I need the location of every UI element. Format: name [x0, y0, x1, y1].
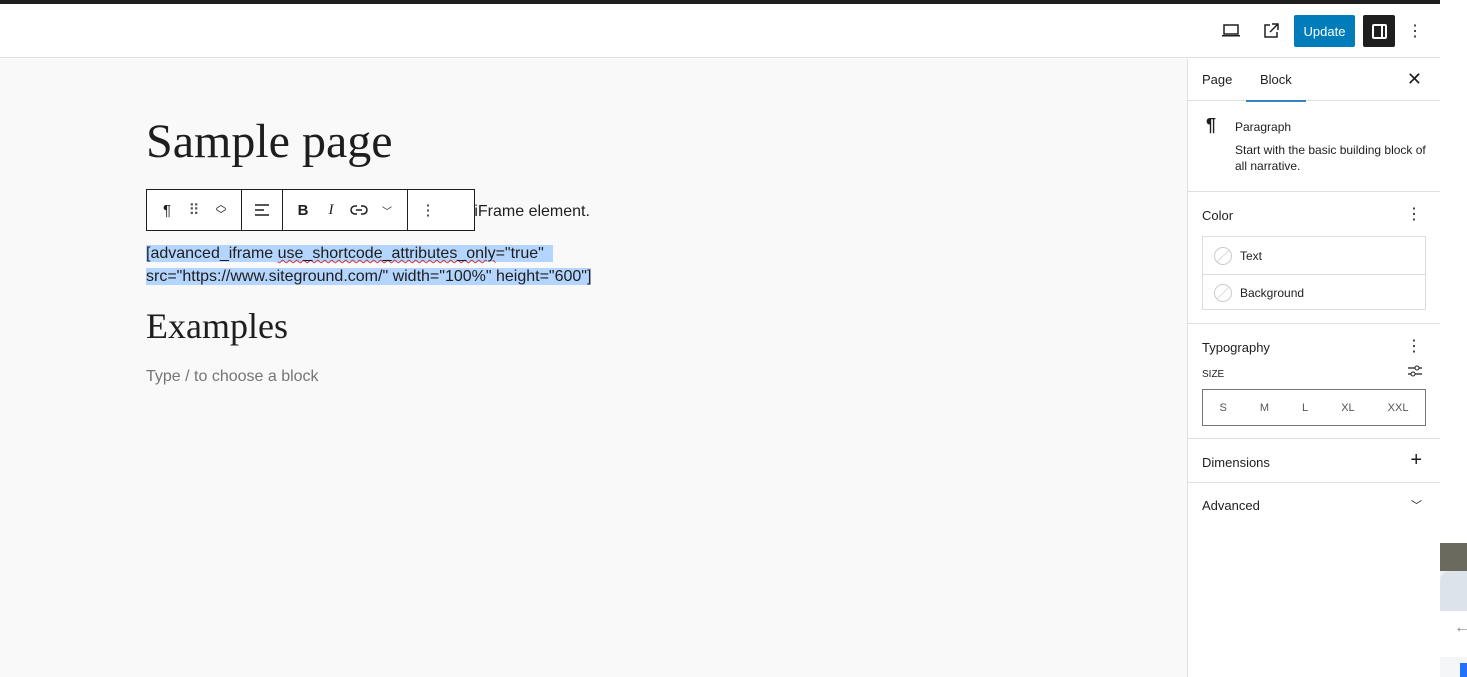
heading-block[interactable]: Examples — [146, 305, 288, 347]
font-size-picker: S M L XL XXL — [1202, 389, 1426, 426]
more-vertical-icon[interactable]: ⋮ — [1406, 336, 1422, 356]
settings-sidebar: Page Block ✕ ¶ Paragraph Start with the … — [1187, 59, 1440, 677]
plus-icon[interactable]: + — [1410, 449, 1422, 472]
shortcode-text: use_shortcode_attributes_only — [277, 245, 496, 262]
paragraph-icon: ¶ — [1206, 115, 1217, 135]
shortcode-text: [advanced_iframe — [146, 245, 278, 262]
block-toolbar: ¶ ⠿ ︿ ﹀ B I ﹀ ⋮ — [146, 189, 475, 231]
more-vertical-icon[interactable]: ⋮ — [1406, 204, 1422, 224]
color-label: Text — [1240, 248, 1263, 263]
link-icon[interactable] — [345, 190, 373, 230]
dimensions-panel[interactable]: Dimensions + — [1188, 439, 1440, 483]
paragraph-icon[interactable]: ¶ — [153, 190, 181, 230]
sidebar-toggle-icon[interactable] — [1363, 15, 1395, 47]
panel-title: Color — [1202, 208, 1234, 223]
desktop-preview-icon[interactable] — [1216, 16, 1246, 46]
color-background-item[interactable]: Background — [1203, 274, 1425, 311]
block-card: ¶ Paragraph Start with the basic buildin… — [1188, 101, 1440, 192]
size-option[interactable]: XXL — [1388, 402, 1409, 414]
external-link-icon[interactable] — [1256, 16, 1286, 46]
back-arrow-icon[interactable]: ← — [1440, 611, 1467, 657]
block-description: Start with the basic building block of a… — [1235, 143, 1426, 173]
editor-header: Update ⋮ — [0, 4, 1440, 58]
move-up-down-icon[interactable]: ︿ ﹀ — [207, 190, 235, 230]
align-left-icon[interactable] — [248, 190, 276, 230]
color-swatch-icon — [1214, 246, 1232, 265]
shortcode-paragraph[interactable]: [advanced_iframe use_shortcode_attribute… — [146, 242, 616, 288]
color-text-item[interactable]: Text — [1203, 237, 1425, 274]
custom-size-icon[interactable] — [1408, 364, 1422, 381]
update-button[interactable]: Update — [1294, 15, 1355, 47]
editor-canvas: Sample page d iFrame element. [advanced_… — [0, 59, 1187, 677]
page-title[interactable]: Sample page — [146, 114, 393, 169]
typography-panel: Typography ⋮ SIZE S M L XL XXL — [1188, 324, 1440, 439]
size-option[interactable]: XL — [1341, 402, 1354, 414]
size-option[interactable]: S — [1220, 402, 1227, 414]
color-panel: Color ⋮ Text Background — [1188, 192, 1440, 324]
block-placeholder[interactable]: Type / to choose a block — [146, 368, 319, 386]
size-option[interactable]: L — [1302, 402, 1308, 414]
bold-icon[interactable]: B — [289, 190, 317, 230]
chevron-down-icon[interactable]: ﹀ — [1411, 497, 1422, 513]
more-options-icon[interactable]: ⋮ — [414, 190, 442, 230]
advanced-panel[interactable]: Advanced ﹀ — [1188, 483, 1440, 525]
size-label: SIZE — [1202, 369, 1225, 380]
overlapping-window-fragment: ← — [1440, 543, 1467, 677]
italic-icon[interactable]: I — [317, 190, 345, 230]
color-label: Background — [1240, 286, 1305, 300]
close-icon[interactable]: ✕ — [1407, 69, 1422, 90]
tab-block[interactable]: Block — [1246, 59, 1306, 102]
size-option[interactable]: M — [1260, 402, 1269, 414]
block-name: Paragraph — [1235, 120, 1292, 134]
chevron-down-icon[interactable]: ﹀ — [373, 190, 401, 230]
panel-title: Advanced — [1202, 498, 1260, 513]
panel-title: Dimensions — [1202, 455, 1270, 470]
tab-page[interactable]: Page — [1202, 59, 1232, 101]
color-swatch-icon — [1214, 284, 1232, 302]
more-vertical-icon[interactable]: ⋮ — [1400, 16, 1430, 46]
shortcode-text: src="https://www.siteground.com/" width=… — [146, 268, 592, 285]
shortcode-text: ="true" — [495, 245, 544, 262]
drag-handle-icon[interactable]: ⠿ — [181, 190, 207, 230]
panel-title: Typography — [1202, 340, 1270, 355]
